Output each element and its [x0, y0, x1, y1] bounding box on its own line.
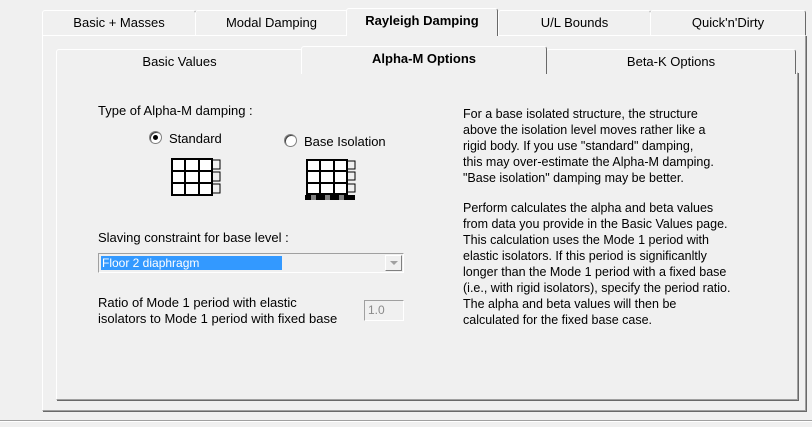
help-line: rigid body. If you use "standard" dampin…	[463, 139, 694, 153]
standard-radio[interactable]	[149, 131, 162, 144]
standard-radio-label[interactable]: Standard	[169, 131, 222, 146]
help-line: (i.e., with rigid isolators), specify th…	[463, 281, 731, 295]
tab-ul-bounds[interactable]: U/L Bounds	[498, 10, 651, 35]
help-line: The alpha and beta values will then be	[463, 297, 677, 311]
help-line: above the isolation level moves rather l…	[463, 123, 706, 137]
tab-alpha-m-options[interactable]: Alpha-M Options	[301, 46, 547, 74]
period-ratio-field[interactable]: 1.0	[364, 300, 404, 321]
tab-basic-masses[interactable]: Basic + Masses	[42, 10, 196, 35]
slaving-constraint-label: Slaving constraint for base level :	[98, 230, 289, 245]
help-line: This calculation uses the Mode 1 period …	[463, 233, 709, 247]
help-paragraph-2: Perform calculates the alpha and beta va…	[463, 200, 783, 328]
help-line: Perform calculates the alpha and beta va…	[463, 201, 714, 215]
help-line: calculated for the fixed base case.	[463, 313, 653, 327]
chevron-down-icon	[390, 261, 398, 265]
ratio-label-line1: Ratio of Mode 1 period with elastic	[98, 295, 297, 310]
help-line: "Base isolation" damping may be better.	[463, 171, 684, 185]
base-isolated-building-icon	[305, 159, 356, 200]
slaving-constraint-value: Floor 2 diaphragm	[101, 256, 282, 270]
base-isolation-radio-label[interactable]: Base Isolation	[304, 134, 386, 149]
radio-selected-dot	[153, 135, 158, 140]
base-isolation-radio[interactable]	[284, 134, 297, 147]
tab-basic-values[interactable]: Basic Values	[56, 49, 303, 74]
window-bottom-highlight	[0, 421, 812, 422]
ratio-label-line2: isolators to Mode 1 period with fixed ba…	[98, 311, 338, 326]
slaving-constraint-dropdown[interactable]: Floor 2 diaphragm	[98, 253, 404, 273]
damping-type-label: Type of Alpha-M damping :	[98, 103, 253, 118]
help-line: this may over-estimate the Alpha-M dampi…	[463, 155, 714, 169]
help-paragraph-1: For a base isolated structure, the struc…	[463, 106, 783, 186]
help-line: from data you provide in the Basic Value…	[463, 217, 728, 231]
help-line: elastic isolators. If this period is sig…	[463, 249, 707, 263]
help-line: For a base isolated structure, the struc…	[463, 107, 698, 121]
tab-quick-n-dirty[interactable]: Quick'n'Dirty	[650, 10, 806, 35]
tab-modal-damping[interactable]: Modal Damping	[195, 10, 348, 35]
dropdown-button[interactable]	[385, 255, 402, 271]
help-line: longer than the Mode 1 period with a fix…	[463, 265, 727, 279]
tab-beta-k-options[interactable]: Beta-K Options	[546, 49, 796, 74]
building-frame-icon	[171, 158, 221, 196]
tab-rayleigh-damping[interactable]: Rayleigh Damping	[346, 8, 498, 36]
